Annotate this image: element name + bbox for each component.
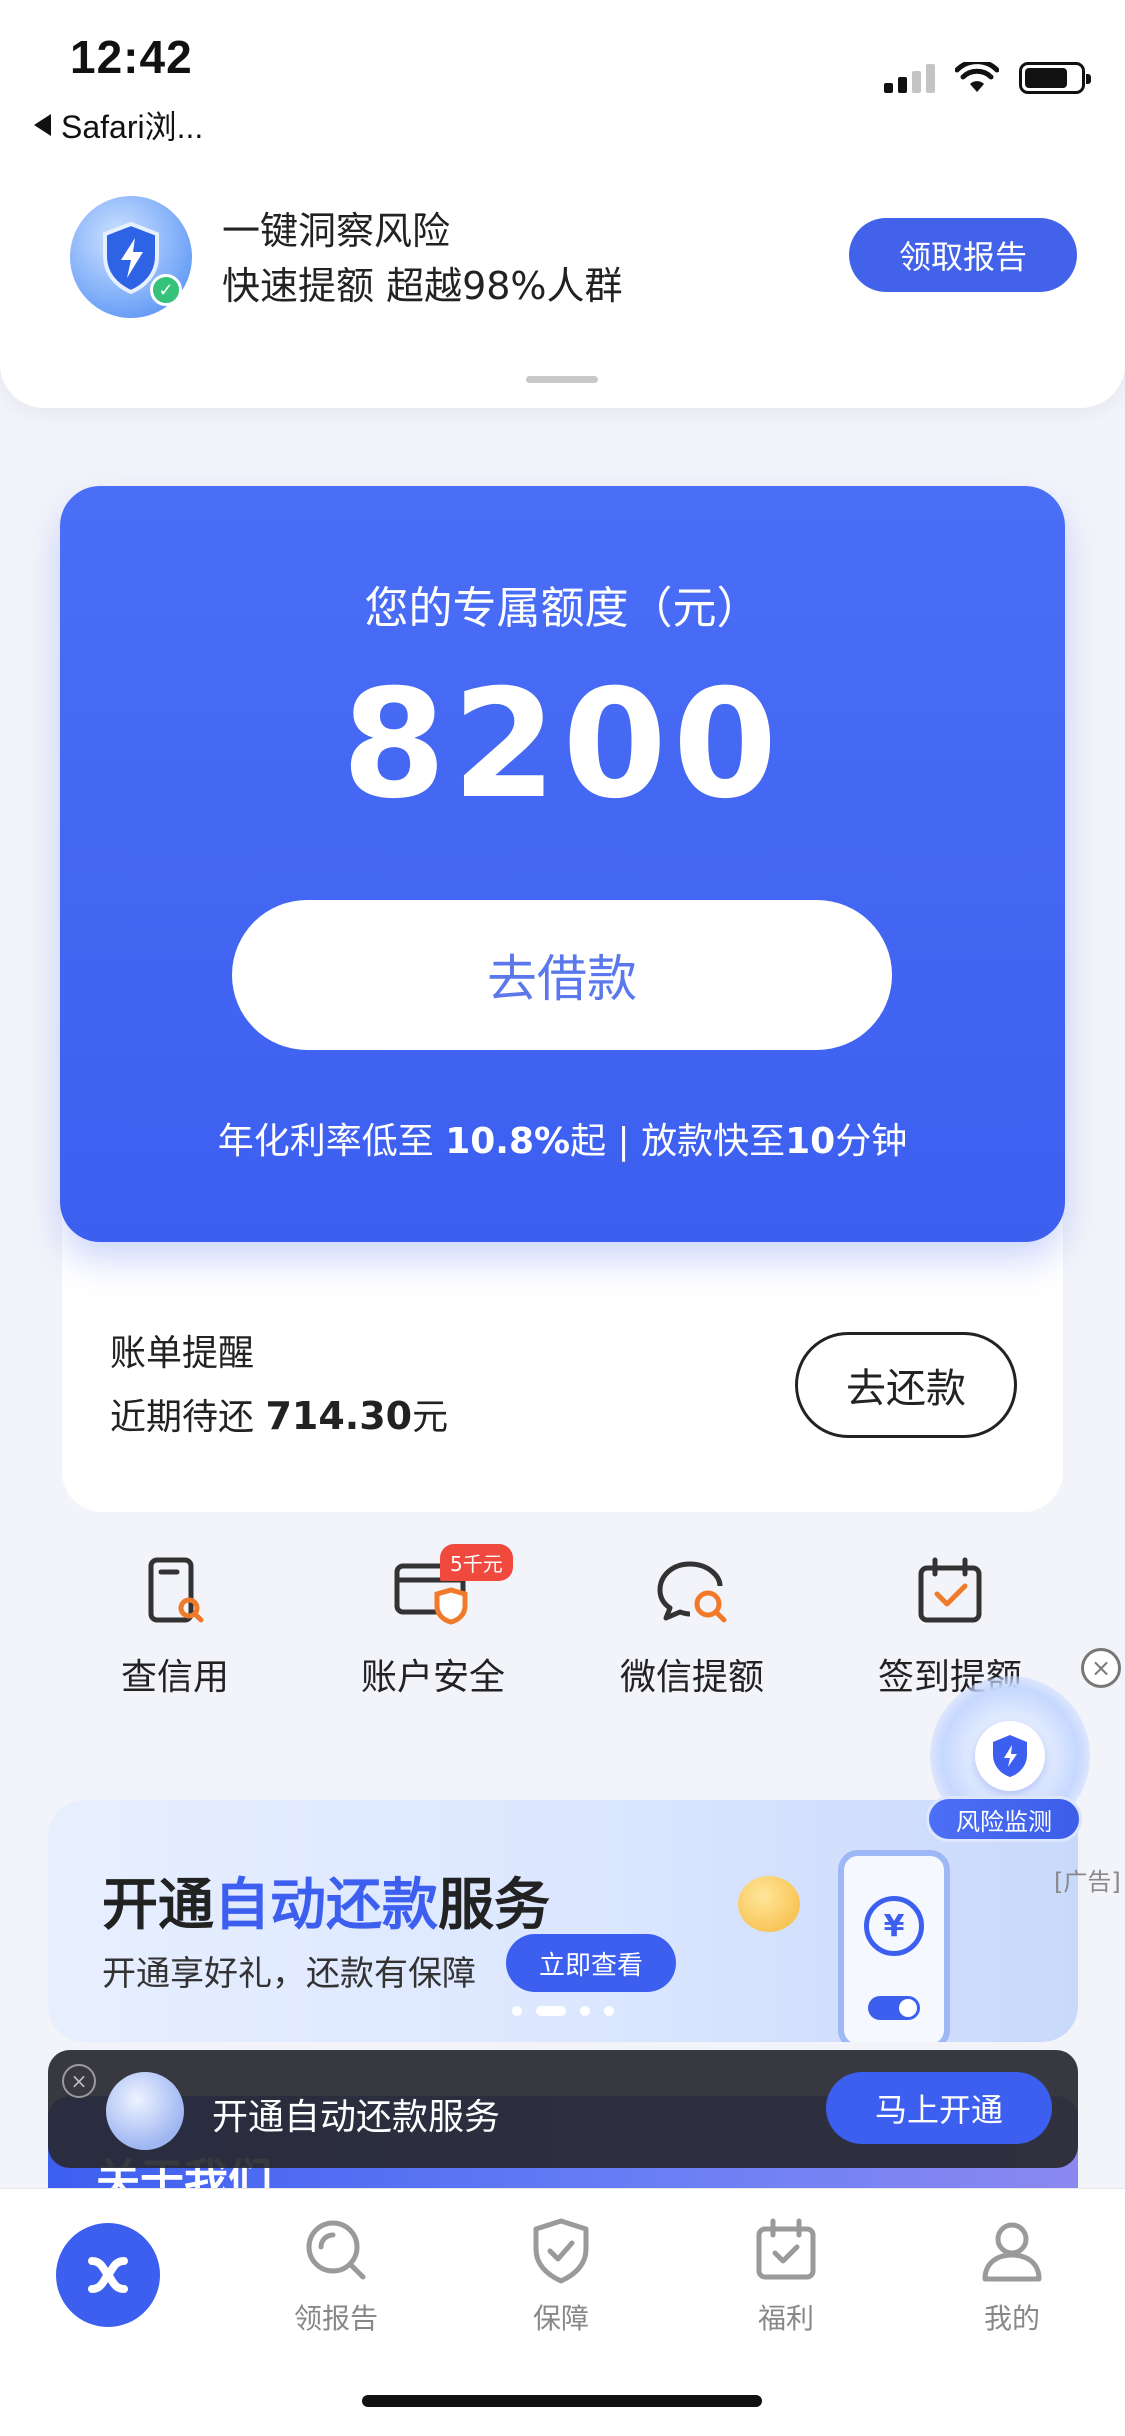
checkin-calendar-icon <box>915 1556 985 1626</box>
status-time: 12:42 <box>70 31 193 83</box>
ad-title: 开通自动还款服务 <box>102 1873 550 1938</box>
credit-limit-amount: 8200 <box>341 658 784 832</box>
credit-check-icon <box>145 1556 205 1626</box>
shield-lightning-icon: ✓ <box>70 196 192 318</box>
quick-action-credit-check[interactable]: 查信用 <box>55 1556 295 1700</box>
quick-action-label: 微信提额 <box>619 1657 764 1698</box>
back-arrow-icon <box>34 114 51 136</box>
tab-benefits[interactable]: 福利 <box>686 2215 886 2337</box>
auto-repay-logo-icon <box>106 2072 184 2150</box>
close-risk-widget-button[interactable]: × <box>1081 1648 1121 1688</box>
cellular-signal-icon <box>884 63 935 93</box>
shield-icon <box>975 1721 1045 1791</box>
shield-check-icon <box>526 2215 596 2285</box>
top-promo-sheet: 12:42 Safari浏... ✓ 一键洞察风险 快速提额 超越98%人群 领… <box>0 0 1125 408</box>
sheet-grab-handle[interactable] <box>526 376 598 383</box>
promo-subline: 快速提额 超越98%人群 <box>222 264 623 308</box>
borrow-button[interactable]: 去借款 <box>232 900 892 1050</box>
credit-limit-title: 您的专属额度（元） <box>364 583 761 634</box>
quick-action-label: 查信用 <box>120 1657 229 1698</box>
risk-monitor-label[interactable]: 风险监测 <box>926 1796 1082 1842</box>
search-report-icon <box>301 2215 371 2285</box>
ad-tag: [广告] <box>1054 1868 1121 1896</box>
rate-value: 10.8% <box>445 1121 571 1162</box>
promo-headline: 一键洞察风险 <box>222 209 451 253</box>
close-toast-button[interactable]: × <box>62 2064 96 2098</box>
view-now-button[interactable]: 立即查看 <box>506 1934 676 1992</box>
rate-note: 年化利率低至 10.8%起 | 放款快至10分钟 <box>217 1121 908 1162</box>
quick-action-wechat-raise[interactable]: 微信提额 <box>572 1556 812 1700</box>
auto-repay-ad-banner[interactable]: 开通自动还款服务 开通享好礼，还款有保障 立即查看 ¥ <box>48 1800 1078 2042</box>
back-label: Safari浏... <box>61 109 204 145</box>
repay-button[interactable]: 去还款 <box>795 1332 1017 1438</box>
user-icon <box>977 2215 1047 2285</box>
yen-refresh-icon: ¥ <box>864 1896 924 1956</box>
tab-label: 我的 <box>983 2302 1040 2335</box>
wifi-icon <box>955 62 999 92</box>
wechat-raise-icon <box>654 1556 730 1626</box>
calendar-check-icon <box>751 2215 821 2285</box>
credit-limit-card: 您的专属额度（元） 8200 去借款 年化利率低至 10.8%起 | 放款快至1… <box>60 486 1065 1242</box>
tab-label: 保障 <box>532 2302 589 2335</box>
bill-amount-value: 714.30 <box>265 1394 413 1438</box>
ad-subtitle: 开通享好礼，还款有保障 <box>102 1954 476 1994</box>
phone-illustration: ¥ <box>838 1850 950 2042</box>
quick-action-account-security[interactable]: 账户安全 <box>313 1556 553 1700</box>
bill-amount: 近期待还 714.30元 <box>110 1394 449 1438</box>
battery-icon <box>1019 62 1091 94</box>
tab-label: 领报告 <box>293 2302 378 2335</box>
auto-repay-toast: × 开通自动还款服务 马上开通 <box>48 2050 1078 2168</box>
back-to-safari[interactable]: Safari浏... <box>34 102 203 148</box>
minutes-value: 10 <box>785 1121 836 1162</box>
reward-badge: 5千元 <box>440 1544 513 1581</box>
tab-label: 福利 <box>757 2302 814 2335</box>
carousel-dots <box>512 2006 614 2016</box>
open-now-button[interactable]: 马上开通 <box>826 2072 1052 2144</box>
toggle-icon <box>868 1996 920 2020</box>
tab-mine[interactable]: 我的 <box>912 2215 1112 2337</box>
check-icon: ✓ <box>150 274 182 306</box>
status-icons <box>884 62 1091 94</box>
claim-report-button[interactable]: 领取报告 <box>849 218 1077 292</box>
tab-home[interactable] <box>8 2215 208 2327</box>
home-indicator <box>362 2395 762 2407</box>
tab-protection[interactable]: 保障 <box>461 2215 661 2337</box>
home-logo-icon <box>56 2223 160 2327</box>
bill-title: 账单提醒 <box>110 1333 255 1374</box>
coin-icon <box>738 1876 800 1932</box>
quick-action-label: 账户安全 <box>360 1657 505 1698</box>
quick-action-checkin[interactable]: 签到提额 <box>830 1556 1070 1700</box>
tab-report[interactable]: 领报告 <box>236 2215 436 2337</box>
toast-text: 开通自动还款服务 <box>212 2097 501 2138</box>
